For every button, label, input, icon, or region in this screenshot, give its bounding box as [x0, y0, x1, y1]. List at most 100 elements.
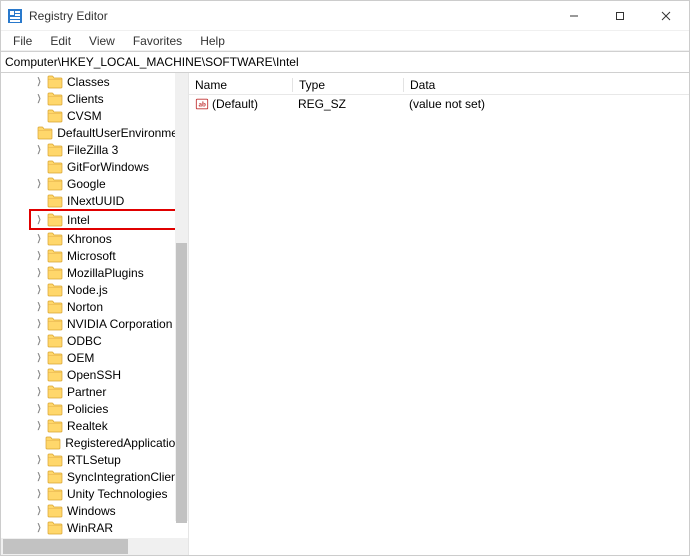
- tree-item-clients[interactable]: ❯Clients: [1, 90, 188, 107]
- tree-vertical-scrollbar[interactable]: [175, 73, 188, 521]
- close-button[interactable]: [643, 1, 689, 30]
- app-icon: [7, 8, 23, 24]
- chevron-right-icon[interactable]: ❯: [35, 233, 42, 244]
- tree-item-filezilla-3[interactable]: ❯ FileZilla 3: [1, 141, 188, 158]
- tree-item-google[interactable]: ❯Google: [1, 175, 188, 192]
- folder-icon: [47, 368, 63, 382]
- folder-icon: [47, 194, 63, 208]
- column-name[interactable]: Name: [189, 78, 292, 92]
- tree-item-partner[interactable]: ❯Partner: [1, 383, 188, 400]
- folder-icon: [47, 160, 63, 174]
- tree-item-label: WinRAR: [67, 521, 113, 535]
- folder-icon: [37, 126, 53, 140]
- list-row[interactable]: (Default)REG_SZ(value not set): [189, 95, 689, 113]
- tree-item-oem[interactable]: ❯OEM: [1, 349, 188, 366]
- menu-edit[interactable]: Edit: [42, 33, 79, 49]
- tree-horizontal-scrollbar[interactable]: [1, 538, 188, 555]
- column-type[interactable]: Type: [293, 78, 403, 92]
- tree-item-defaultuserenvironment[interactable]: DefaultUserEnvironment: [1, 124, 188, 141]
- tree-item-odbc[interactable]: ❯ODBC: [1, 332, 188, 349]
- tree-panel: ❯Classes❯Clients CVSM DefaultUserEnvironme…: [1, 73, 189, 555]
- minimize-button[interactable]: [551, 1, 597, 30]
- tree-item-label: NVIDIA Corporation: [67, 317, 172, 331]
- chevron-right-icon[interactable]: ❯: [35, 144, 42, 155]
- tree-item-rtlsetup[interactable]: ❯RTLSetup: [1, 451, 188, 468]
- tree-item-windows[interactable]: ❯ Windows: [1, 502, 188, 519]
- menu-view[interactable]: View: [81, 33, 123, 49]
- tree-viewport[interactable]: ❯Classes❯Clients CVSM DefaultUserEnvironme…: [1, 73, 188, 538]
- tree-item-inextuuid[interactable]: INextUUID: [1, 192, 188, 209]
- tree-item-label: DefaultUserEnvironment: [57, 126, 188, 140]
- list-header: Name Type Data: [189, 73, 689, 95]
- chevron-right-icon[interactable]: ❯: [35, 93, 42, 104]
- tree-item-nvidia-corporation[interactable]: ❯ NVIDIA Corporation: [1, 315, 188, 332]
- tree-item-cvsm[interactable]: CVSM: [1, 107, 188, 124]
- maximize-button[interactable]: [597, 1, 643, 30]
- folder-icon: [47, 504, 63, 518]
- folder-icon: [47, 487, 63, 501]
- window-title: Registry Editor: [29, 9, 551, 23]
- tree-item-realtek[interactable]: ❯Realtek: [1, 417, 188, 434]
- chevron-right-icon[interactable]: ❯: [35, 178, 42, 189]
- folder-icon: [47, 385, 63, 399]
- chevron-right-icon[interactable]: ❯: [35, 488, 42, 499]
- chevron-right-icon[interactable]: ❯: [35, 454, 42, 465]
- tree-item-label: FileZilla 3: [67, 143, 118, 157]
- chevron-right-icon[interactable]: ❯: [35, 352, 42, 363]
- folder-icon: [47, 143, 63, 157]
- cell-data: (value not set): [403, 97, 689, 111]
- tree-item-intel[interactable]: ❯Intel: [31, 211, 136, 228]
- chevron-right-icon[interactable]: ❯: [35, 471, 42, 482]
- folder-icon: [47, 317, 63, 331]
- menu-favorites[interactable]: Favorites: [125, 33, 190, 49]
- chevron-right-icon[interactable]: ❯: [35, 284, 42, 295]
- folder-icon: [47, 249, 63, 263]
- chevron-right-icon[interactable]: ❯: [35, 318, 42, 329]
- chevron-right-icon[interactable]: ❯: [35, 267, 42, 278]
- tree-item-node-js[interactable]: ❯Node.js: [1, 281, 188, 298]
- tree-item-registeredapplications[interactable]: RegisteredApplications: [1, 434, 188, 451]
- chevron-right-icon[interactable]: ❯: [35, 420, 42, 431]
- tree-item-policies[interactable]: ❯Policies: [1, 400, 188, 417]
- address-bar[interactable]: Computer\HKEY_LOCAL_MACHINE\SOFTWARE\Int…: [1, 51, 689, 73]
- chevron-right-icon[interactable]: ❯: [35, 522, 42, 533]
- folder-icon: [47, 402, 63, 416]
- tree-item-winrar[interactable]: ❯ WinRAR: [1, 519, 188, 536]
- list-body[interactable]: (Default)REG_SZ(value not set): [189, 95, 689, 113]
- chevron-right-icon[interactable]: ❯: [35, 505, 42, 516]
- folder-icon: [47, 521, 63, 535]
- folder-icon: [45, 436, 61, 450]
- tree-item-label: OpenSSH: [67, 368, 121, 382]
- tree-item-label: Windows: [67, 504, 116, 518]
- tree-item-unity-technologies[interactable]: ❯ Unity Technologies: [1, 485, 188, 502]
- tree-item-label: CVSM: [67, 109, 102, 123]
- tree-item-openssh[interactable]: ❯ OpenSSH: [1, 366, 188, 383]
- tree-item-label: MozillaPlugins: [67, 266, 144, 280]
- tree-item-khronos[interactable]: ❯Khronos: [1, 230, 188, 247]
- content-area: ❯Classes❯Clients CVSM DefaultUserEnvironme…: [1, 73, 689, 555]
- chevron-right-icon[interactable]: ❯: [35, 301, 42, 312]
- tree-item-label: Microsoft: [67, 249, 116, 263]
- column-data[interactable]: Data: [404, 78, 689, 92]
- chevron-right-icon[interactable]: ❯: [35, 386, 42, 397]
- folder-icon: [47, 109, 63, 123]
- tree-item-label: INextUUID: [67, 194, 124, 208]
- tree-item-classes[interactable]: ❯Classes: [1, 73, 188, 90]
- chevron-right-icon[interactable]: ❯: [35, 369, 42, 380]
- chevron-right-icon[interactable]: ❯: [35, 214, 42, 225]
- chevron-right-icon[interactable]: ❯: [35, 403, 42, 414]
- chevron-right-icon[interactable]: ❯: [35, 250, 42, 261]
- menu-help[interactable]: Help: [192, 33, 233, 49]
- tree-item-microsoft[interactable]: ❯ Microsoft: [1, 247, 188, 264]
- tree-item-label: Unity Technologies: [67, 487, 168, 501]
- tree-item-mozillaplugins[interactable]: ❯ MozillaPlugins: [1, 264, 188, 281]
- tree-item-syncintegrationclients[interactable]: ❯SyncIntegrationClients: [1, 468, 188, 485]
- tree-item-gitforwindows[interactable]: GitForWindows: [1, 158, 188, 175]
- chevron-right-icon[interactable]: ❯: [35, 76, 42, 87]
- tree-item-norton[interactable]: ❯Norton: [1, 298, 188, 315]
- folder-icon: [47, 266, 63, 280]
- chevron-right-icon[interactable]: ❯: [35, 335, 42, 346]
- folder-icon: [47, 334, 63, 348]
- menu-file[interactable]: File: [5, 33, 40, 49]
- menu-bar: File Edit View Favorites Help: [1, 31, 689, 51]
